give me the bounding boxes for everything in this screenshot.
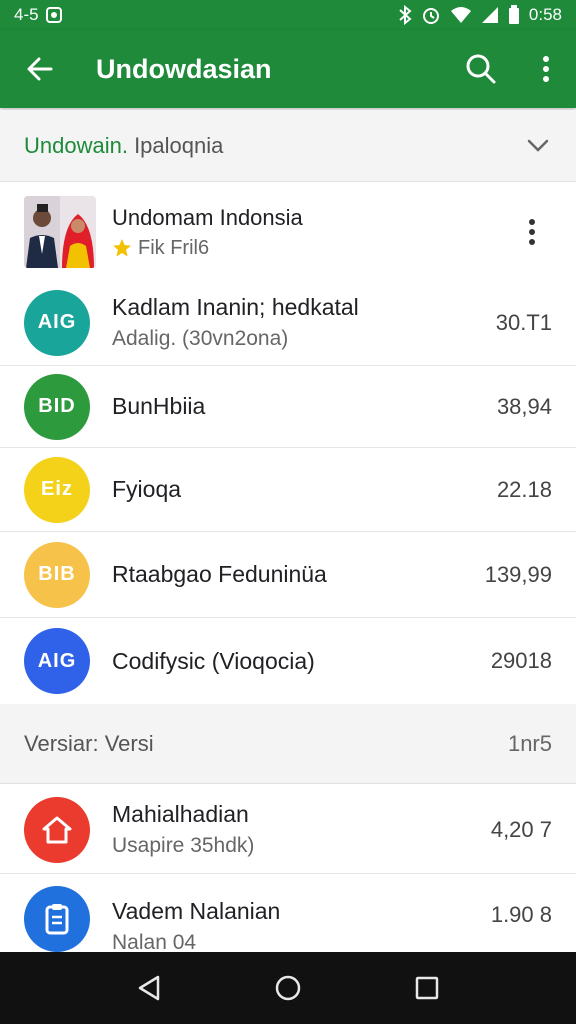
arrow-back-icon <box>27 57 53 81</box>
item-value: 1.90 8 <box>490 902 552 927</box>
item-title: Fyioqa <box>112 476 182 502</box>
item-title: Vadem Nalanian <box>112 898 281 924</box>
wifi-icon <box>450 6 472 24</box>
chevron-down-icon <box>524 132 552 160</box>
nav-back-icon <box>139 975 160 1001</box>
nav-home-button[interactable] <box>258 958 318 1018</box>
alarm-icon <box>421 5 441 25</box>
item-value: 38,94 <box>496 393 552 419</box>
list-item[interactable]: AIG Codifysic (Vioqocia) 29018 <box>0 618 576 704</box>
home-outline-icon <box>24 796 90 863</box>
system-nav-bar <box>0 952 576 1024</box>
status-time: 0:58 <box>528 5 562 24</box>
search-icon <box>466 54 496 84</box>
battery-icon <box>508 5 520 25</box>
featured-name: Undomam Indonsia <box>112 204 303 230</box>
filter-dropdown[interactable]: Undowain. Ipaloqnia <box>0 110 576 182</box>
more-options-button[interactable] <box>516 30 576 108</box>
nav-home-icon <box>275 975 301 1001</box>
section-header: Versiar: Versi 1nr5 <box>0 704 576 784</box>
featured-meta-text: Fik Fril6 <box>138 236 210 259</box>
item-value: 4,20 7 <box>490 816 552 842</box>
item-value: 22.18 <box>496 476 552 502</box>
more-vert-icon <box>529 219 535 245</box>
back-button[interactable] <box>0 30 80 108</box>
section-value: 1nr5 <box>507 730 552 756</box>
list-item[interactable]: BIB Rtaabgao Feduninüa 139,99 <box>0 532 576 618</box>
notification-icon <box>45 6 63 24</box>
item-title: Kadlam Inanin; hedkatal <box>112 294 359 320</box>
item-badge-icon: BID <box>24 373 90 440</box>
filter-label-accent: Undowain. <box>24 132 128 158</box>
item-value: 139,99 <box>484 561 552 587</box>
item-title: Codifysic (Vioqocia) <box>112 647 315 674</box>
nav-recents-icon <box>415 976 438 1000</box>
section-label: Versiar: Versi <box>24 730 154 756</box>
search-button[interactable] <box>446 30 516 108</box>
item-value: 29018 <box>490 648 552 673</box>
featured-item[interactable]: Undomam Indonsia Fik Fril6 <box>0 184 576 280</box>
filter-label-rest: Ipaloqnia <box>127 132 224 158</box>
item-badge-icon: AIG <box>24 628 90 694</box>
more-vert-icon <box>543 56 549 82</box>
signal-icon <box>481 6 499 24</box>
bluetooth-icon <box>398 5 412 25</box>
nav-recents-button[interactable] <box>397 958 457 1018</box>
star-icon <box>113 239 131 257</box>
featured-meta: Fik Fril6 <box>112 237 512 260</box>
nav-back-button[interactable] <box>119 958 179 1018</box>
item-badge-icon: Eiz <box>24 456 90 523</box>
item-title: Mahialhadian <box>112 801 249 827</box>
clipboard-icon <box>24 886 90 952</box>
list-item[interactable]: BID BunHbiia 38,94 <box>0 366 576 448</box>
item-subtitle: Adalig. (30vn2ona) <box>112 327 289 350</box>
status-bar: 4-5 0:58 <box>0 0 576 30</box>
list-item[interactable]: Mahialhadian Usapire 35hdk) 4,20 7 <box>0 786 576 874</box>
list-item[interactable]: Vadem Nalanian Nalan 04 1.90 8 <box>0 874 576 954</box>
app-title: Undowdasian <box>96 53 272 84</box>
item-subtitle: Usapire 35hdk) <box>112 834 255 857</box>
list-item[interactable]: AIG Kadlam Inanin; hedkatal Adalig. (30v… <box>0 280 576 366</box>
item-value: 30.T1 <box>495 309 552 335</box>
list-item[interactable]: Eiz Fyioqa 22.18 <box>0 448 576 532</box>
item-badge-icon: BIB <box>24 541 90 608</box>
featured-more-button[interactable] <box>512 202 552 262</box>
filter-label: Undowain. Ipaloqnia <box>24 133 524 159</box>
app-bar: Undowdasian <box>0 30 576 108</box>
status-left-text: 4-5 <box>14 5 39 24</box>
app-screen: 4-5 0:58 Undowdasian Undowain. Ipaloqnia… <box>0 0 576 1024</box>
item-title: BunHbiia <box>112 393 206 419</box>
featured-thumbnail <box>24 196 96 268</box>
item-title: Rtaabgao Feduninüa <box>112 561 327 587</box>
item-badge-icon: AIG <box>24 289 90 356</box>
